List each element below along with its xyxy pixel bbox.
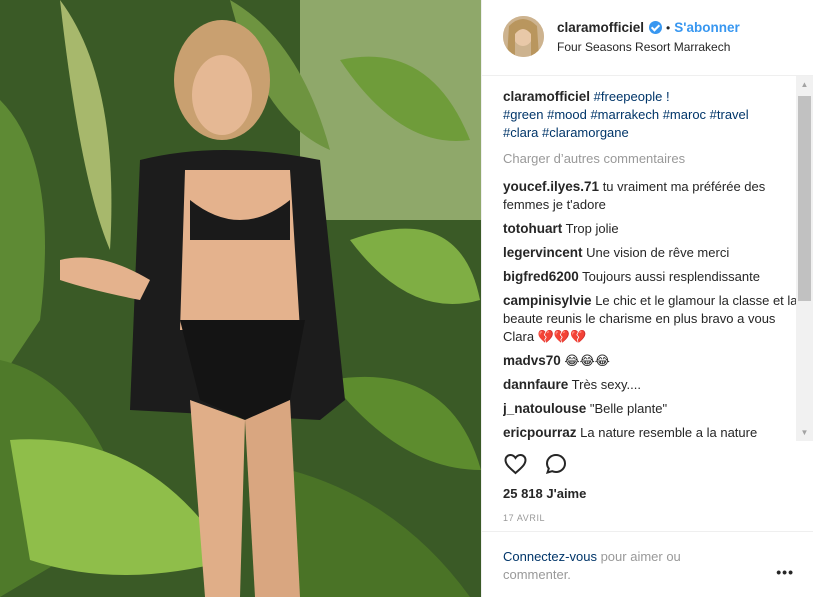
comment-text: "Belle plante" (589, 401, 668, 416)
verified-badge-icon (649, 21, 663, 34)
scroll-up-arrow-icon[interactable]: ▲ (796, 76, 813, 93)
separator: • (666, 20, 671, 35)
login-prompt: Connectez-vous pour aimer ou commenter. (503, 548, 733, 584)
photo-illustration (0, 0, 481, 597)
more-options-icon[interactable]: ••• (776, 564, 794, 580)
comment-text: Très sexy.... (571, 377, 641, 392)
avatar[interactable] (503, 16, 544, 57)
comment-item: youcef.ilyes.71 tu vraiment ma préférée … (503, 178, 798, 214)
post-side-panel: claramofficiel • S'abonner Four Seasons … (481, 0, 813, 597)
comment-item: campinisylvie Le chic et le glamour la c… (503, 292, 798, 346)
comment-username[interactable]: youcef.ilyes.71 (503, 179, 599, 194)
post-footer: Connectez-vous pour aimer ou commenter. … (482, 531, 813, 597)
heart-icon[interactable] (503, 452, 528, 481)
scroll-thumb[interactable] (798, 96, 811, 301)
post-photo[interactable] (0, 0, 481, 597)
comment-item: dannfaure Très sexy.... (503, 376, 798, 394)
comment-text: Trop jolie (565, 221, 619, 236)
header-username[interactable]: claramofficiel (557, 20, 644, 35)
follow-button[interactable]: S'abonner (674, 20, 739, 35)
likes-number: 25 818 (503, 486, 543, 501)
post-header: claramofficiel • S'abonner Four Seasons … (482, 0, 813, 76)
comment-username[interactable]: dannfaure (503, 377, 568, 392)
header-line: claramofficiel • S'abonner (557, 20, 740, 35)
comment-username[interactable]: j_natoulouse (503, 401, 586, 416)
comment-icon[interactable] (544, 452, 568, 481)
comment-item: legervincent Une vision de rêve merci (503, 244, 798, 262)
post-date: 17 AVRIL (503, 513, 546, 523)
comment-item: totohuart Trop jolie (503, 220, 798, 238)
comment-text: Toujours aussi resplendissante (582, 269, 760, 284)
login-link[interactable]: Connectez-vous (503, 549, 597, 564)
likes-count[interactable]: 25 818 J'aime (503, 486, 586, 501)
comment-username[interactable]: campinisylvie (503, 293, 592, 308)
post-actions (503, 452, 568, 481)
comments-scrollbar[interactable]: ▲ ▼ (796, 76, 813, 441)
comment-username[interactable]: legervincent (503, 245, 583, 260)
comment-username[interactable]: ericpourraz (503, 425, 577, 440)
location-link[interactable]: Four Seasons Resort Marrakech (557, 40, 730, 54)
comment-text: La nature resemble a la nature (580, 425, 758, 440)
load-more-comments-button[interactable]: Charger d’autres commentaires (503, 150, 798, 168)
comment-username[interactable]: bigfred6200 (503, 269, 579, 284)
likes-label: J'aime (546, 486, 587, 501)
caption-username[interactable]: claramofficiel (503, 89, 590, 104)
comment-username[interactable]: totohuart (503, 221, 562, 236)
comment-item: madvs70 😂😂😂 (503, 352, 798, 370)
caption-tags-1[interactable]: #freepeople ! (594, 89, 670, 104)
comment-item: ericpourraz La nature resemble a la natu… (503, 424, 798, 440)
caption-tags-2[interactable]: #green #mood #marrakech #maroc #travel (503, 107, 749, 122)
scroll-down-arrow-icon[interactable]: ▼ (796, 424, 813, 441)
comments-list[interactable]: claramofficiel #freepeople ! #green #moo… (503, 88, 798, 440)
comment-text: Une vision de rêve merci (586, 245, 730, 260)
comment-username[interactable]: madvs70 (503, 353, 561, 368)
comment-text: 😂😂😂 (564, 353, 610, 368)
comment-item: j_natoulouse "Belle plante" (503, 400, 798, 418)
comment-item: bigfred6200 Toujours aussi resplendissan… (503, 268, 798, 286)
caption-tags-3[interactable]: #clara #claramorgane (503, 125, 629, 140)
caption: claramofficiel #freepeople ! #green #moo… (503, 88, 798, 142)
